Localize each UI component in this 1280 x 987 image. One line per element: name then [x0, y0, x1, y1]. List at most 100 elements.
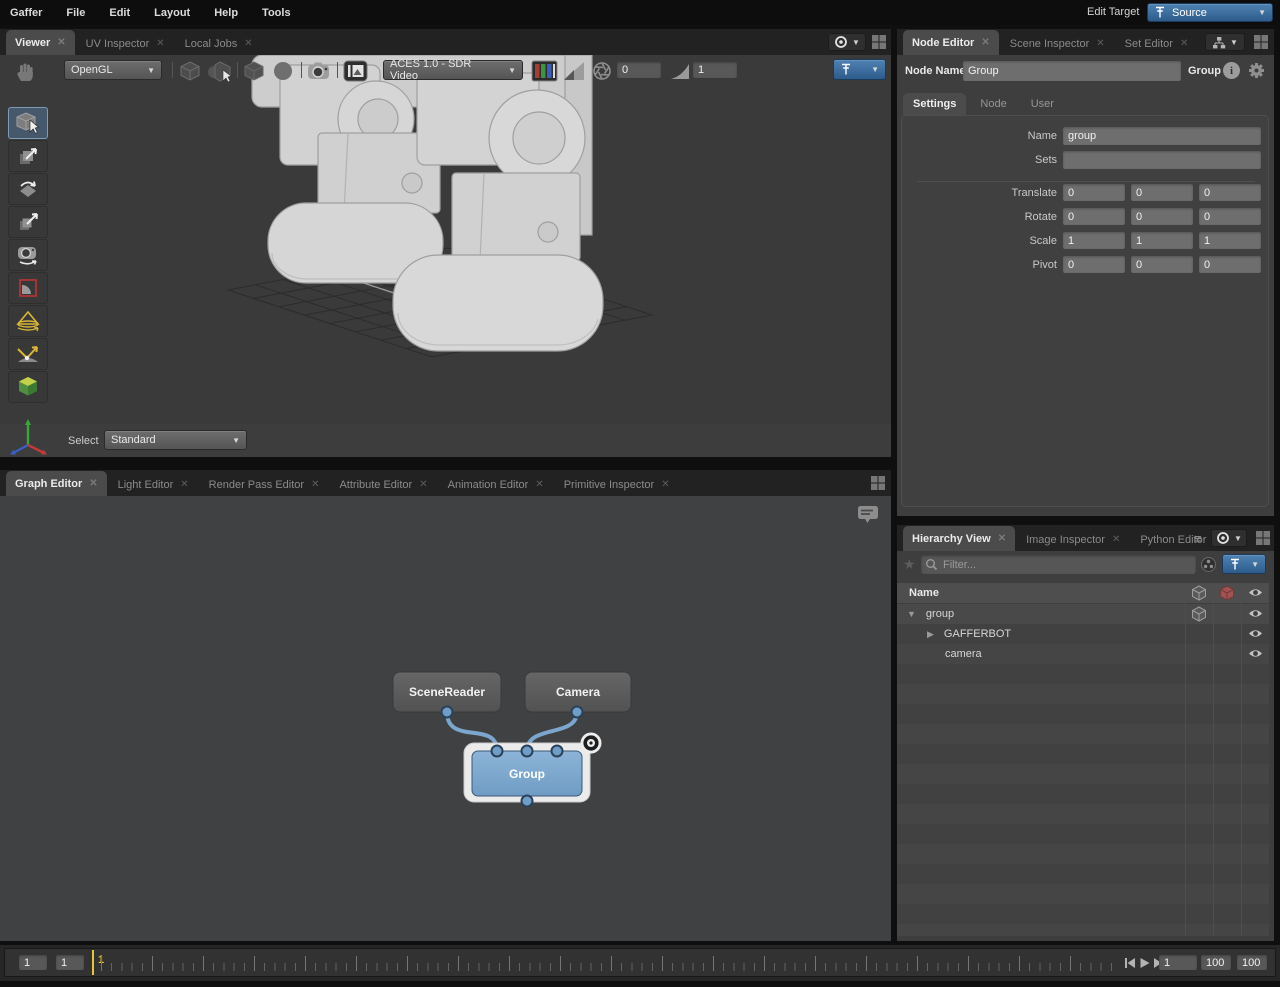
tool-translate[interactable] [8, 140, 48, 172]
tab-hierarchy-view[interactable]: Hierarchy View ✕ [903, 526, 1016, 551]
viewer-pin-dropdown[interactable]: ▼ [833, 59, 886, 80]
viewport-3d[interactable] [0, 55, 891, 424]
viewer-focus-menu[interactable]: ▼ [828, 33, 866, 51]
image-output-icon[interactable] [343, 60, 368, 82]
menu-help[interactable]: Help [214, 7, 238, 19]
shading-cube-icon[interactable] [243, 61, 265, 81]
rotate-x-field[interactable] [1063, 208, 1125, 225]
name-column-header[interactable]: Name [909, 587, 939, 599]
tool-light-position[interactable] [8, 338, 48, 370]
rotate-y-field[interactable] [1131, 208, 1193, 225]
scale-x-field[interactable] [1063, 232, 1125, 249]
tab-light-editor[interactable]: Light Editor ✕ [109, 473, 198, 496]
menu-tools[interactable]: Tools [262, 7, 291, 19]
menu-gaffer[interactable]: Gaffer [10, 7, 42, 19]
close-icon[interactable]: ✕ [57, 37, 65, 48]
subtab-user[interactable]: User [1021, 93, 1064, 115]
close-icon[interactable]: ✕ [998, 533, 1006, 544]
pivot-y-field[interactable] [1131, 256, 1193, 273]
close-icon[interactable]: ✕ [535, 479, 543, 490]
frame-current-field[interactable] [56, 955, 84, 970]
close-icon[interactable]: ✕ [419, 479, 427, 490]
tab-scene-inspector[interactable]: Scene Inspector ✕ [1001, 32, 1114, 55]
row-group-eye-icon[interactable] [1248, 608, 1263, 619]
rgb-channels-icon[interactable] [531, 59, 558, 83]
node-editor-follow-menu[interactable]: ▼ [1205, 33, 1245, 51]
node-graph-canvas[interactable]: SceneReader Camera Group [0, 496, 891, 941]
exposure-triangle-icon[interactable] [562, 59, 586, 83]
scale-z-field[interactable] [1199, 232, 1261, 249]
hierarchy-pin-dropdown[interactable]: ▼ [1222, 554, 1266, 574]
node-scenereader[interactable]: SceneReader [392, 671, 502, 719]
gamma-field[interactable] [693, 62, 737, 78]
close-icon[interactable]: ✕ [981, 37, 989, 48]
tab-node-editor[interactable]: Node Editor ✕ [903, 30, 999, 55]
layout-grid-icon[interactable] [870, 475, 886, 491]
tool-select[interactable] [8, 107, 48, 139]
frame-in-field[interactable] [1159, 955, 1197, 970]
exposure-field[interactable] [617, 62, 661, 78]
tab-local-jobs[interactable]: Local Jobs ✕ [176, 32, 262, 55]
filter-search-box[interactable] [921, 555, 1196, 574]
wireframe-cube-icon[interactable] [179, 61, 201, 81]
tool-edit-cube[interactable] [8, 371, 48, 403]
display-transform-dropdown[interactable]: ACES 1.0 - SDR Video ▼ [383, 58, 523, 82]
sets-filter-icon[interactable] [1200, 556, 1217, 573]
tool-rotate[interactable] [8, 173, 48, 205]
eye-column-icon[interactable] [1248, 587, 1263, 598]
node-name-input[interactable] [963, 61, 1181, 81]
close-icon[interactable]: ✕ [180, 479, 188, 490]
skip-to-start-icon[interactable] [1124, 957, 1136, 969]
tab-set-editor[interactable]: Set Editor ✕ [1116, 32, 1198, 55]
info-icon[interactable]: i [1223, 62, 1240, 79]
row-camera-eye-icon[interactable] [1248, 648, 1263, 659]
tab-animation-editor[interactable]: Animation Editor ✕ [439, 473, 553, 496]
renderer-dropdown[interactable]: OpenGL ▼ [64, 60, 162, 80]
node-group-selected[interactable]: Group [463, 732, 602, 808]
tab-render-pass-editor[interactable]: Render Pass Editor ✕ [200, 473, 329, 496]
close-icon[interactable]: ✕ [1180, 38, 1188, 49]
output-port[interactable] [570, 705, 584, 719]
edit-target-dropdown[interactable]: Source ▼ [1147, 3, 1273, 22]
tab-viewer[interactable]: Viewer ✕ [6, 30, 75, 55]
close-icon[interactable]: ✕ [1096, 38, 1104, 49]
output-port[interactable] [520, 794, 534, 808]
pan-hand-icon[interactable] [12, 60, 38, 84]
camera-icon[interactable] [306, 59, 332, 83]
pivot-x-field[interactable] [1063, 256, 1125, 273]
layout-grid-icon[interactable] [1255, 530, 1271, 546]
select-objects-icon[interactable] [206, 59, 234, 83]
filter-input[interactable] [941, 555, 1191, 574]
row-group-cube-icon[interactable] [1191, 606, 1207, 622]
close-icon[interactable]: ✕ [244, 38, 252, 49]
hierarchy-focus-menu[interactable]: ▼ [1211, 529, 1247, 547]
playhead[interactable] [92, 950, 94, 975]
input-port[interactable] [490, 744, 504, 758]
row-gafferbot-eye-icon[interactable] [1248, 628, 1263, 639]
sets-input[interactable] [1063, 151, 1261, 169]
tab-graph-editor[interactable]: Graph Editor ✕ [6, 471, 107, 496]
gear-icon[interactable] [1247, 61, 1266, 80]
focus-ring-icon[interactable] [580, 732, 602, 754]
ruler-major-ticks[interactable] [101, 956, 1117, 971]
frame-out-field[interactable] [1201, 955, 1231, 970]
pivot-z-field[interactable] [1199, 256, 1261, 273]
shading-sphere-icon[interactable] [272, 61, 294, 81]
translate-x-field[interactable] [1063, 184, 1125, 201]
tool-scale[interactable] [8, 206, 48, 238]
frame-start-field[interactable] [19, 955, 47, 970]
rotate-z-field[interactable] [1199, 208, 1261, 225]
subtab-node[interactable]: Node [970, 93, 1016, 115]
play-icon[interactable] [1139, 957, 1151, 969]
tab-attribute-editor[interactable]: Attribute Editor ✕ [330, 473, 436, 496]
frame-end-field[interactable] [1237, 955, 1267, 970]
close-icon[interactable]: ✕ [661, 479, 669, 490]
star-icon[interactable]: ★ [903, 556, 916, 573]
red-cube-column-icon[interactable] [1219, 585, 1235, 601]
layout-grid-icon[interactable] [871, 34, 887, 50]
subtab-settings[interactable]: Settings [903, 93, 967, 115]
menu-lines-icon[interactable]: ≡ [1194, 531, 1202, 546]
output-port[interactable] [440, 705, 454, 719]
close-icon[interactable]: ✕ [1112, 534, 1120, 545]
tab-uv-inspector[interactable]: UV Inspector ✕ [77, 32, 174, 55]
